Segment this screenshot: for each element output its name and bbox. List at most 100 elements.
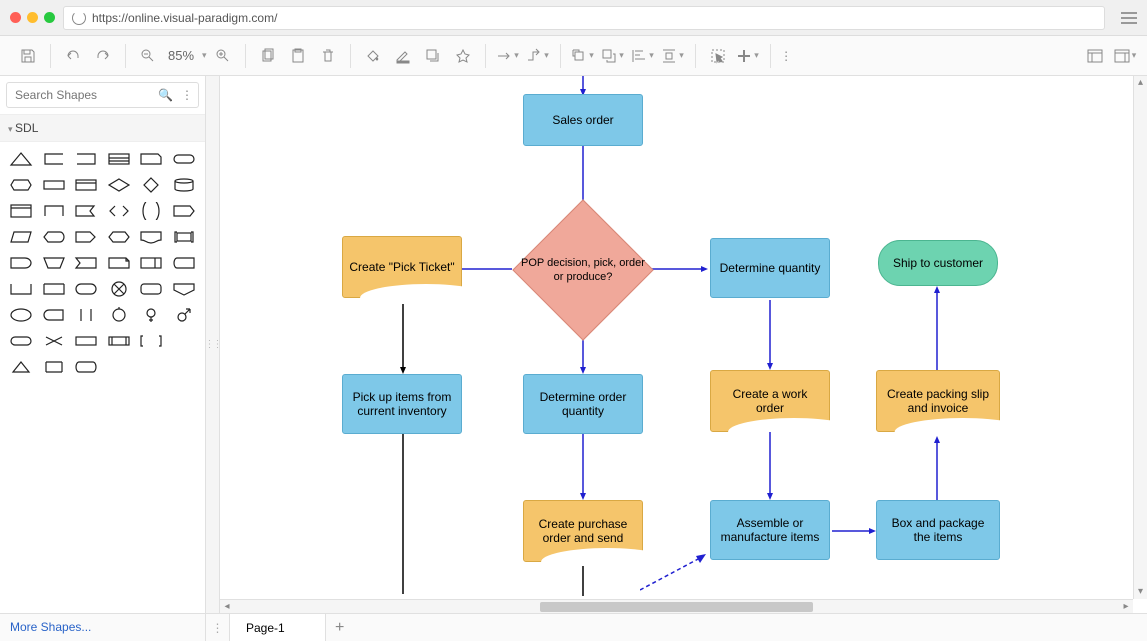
shape-hexagon[interactable]: [8, 176, 34, 194]
node-sales-order[interactable]: Sales order: [523, 94, 643, 146]
node-assemble[interactable]: Assemble or manufacture items: [710, 500, 830, 560]
node-packing-slip[interactable]: Create packing slip and invoice: [876, 370, 1000, 432]
shape-pill[interactable]: [73, 280, 99, 298]
shape-cross[interactable]: [41, 332, 67, 350]
outline-panel-button[interactable]: [1081, 42, 1109, 70]
shape-notch[interactable]: [106, 254, 132, 272]
paste-button[interactable]: [284, 42, 312, 70]
scroll-left-icon[interactable]: ◂: [220, 601, 234, 612]
scroll-right-icon[interactable]: ▸: [1119, 601, 1133, 612]
line-color-button[interactable]: [389, 42, 417, 70]
shape-capsule[interactable]: [8, 332, 34, 350]
category-header-sdl[interactable]: SDL: [0, 115, 205, 142]
shape-document[interactable]: [138, 228, 164, 246]
shape-offpage[interactable]: [171, 280, 197, 298]
shape-tag[interactable]: [73, 228, 99, 246]
tab-menu-icon[interactable]: ⋮: [206, 614, 230, 641]
shape-barrel[interactable]: [73, 358, 99, 376]
fill-color-button[interactable]: [359, 42, 387, 70]
shape-rect[interactable]: [41, 176, 67, 194]
sidebar-splitter[interactable]: ⋮⋮: [206, 76, 220, 613]
zoom-dropdown-icon[interactable]: ▾: [202, 50, 207, 61]
shape-ellipse[interactable]: [8, 306, 34, 324]
maximize-window-button[interactable]: [44, 12, 55, 23]
connector-button[interactable]: ▾: [494, 42, 522, 70]
search-menu-icon[interactable]: ⋮: [181, 88, 193, 102]
shape-subprocess[interactable]: [106, 332, 132, 350]
align-button[interactable]: ▾: [629, 42, 657, 70]
reload-icon[interactable]: [72, 11, 86, 25]
shape-process[interactable]: [73, 332, 99, 350]
add-button[interactable]: ▾: [734, 42, 762, 70]
search-icon[interactable]: 🔍: [158, 88, 173, 102]
shape-open-bottom[interactable]: [41, 202, 67, 220]
save-button[interactable]: [14, 42, 42, 70]
node-create-work-order[interactable]: Create a work order: [710, 370, 830, 432]
node-purchase-order[interactable]: Create purchase order and send: [523, 500, 643, 562]
shape-cylinder[interactable]: [171, 176, 197, 194]
node-ship-customer[interactable]: Ship to customer: [878, 240, 998, 286]
node-pick-ticket[interactable]: Create "Pick Ticket": [342, 236, 462, 298]
node-pop-decision[interactable]: POP decision, pick, order or produce?: [513, 200, 653, 340]
shape-lozenge[interactable]: [106, 228, 132, 246]
shape-triangle-small[interactable]: [8, 358, 34, 376]
minimize-window-button[interactable]: [27, 12, 38, 23]
shape-male[interactable]: [171, 306, 197, 324]
close-window-button[interactable]: [10, 12, 21, 23]
shape-bracket-rect[interactable]: [138, 332, 164, 350]
scroll-down-icon[interactable]: ▾: [1134, 585, 1147, 599]
zoom-in-button[interactable]: [209, 42, 237, 70]
shape-lens[interactable]: [138, 202, 164, 220]
scroll-up-icon[interactable]: ▴: [1134, 76, 1147, 90]
shape-card[interactable]: [138, 150, 164, 168]
shape-open-lr[interactable]: [41, 358, 67, 376]
add-page-button[interactable]: +: [326, 614, 354, 641]
node-determine-quantity[interactable]: Determine quantity: [710, 238, 830, 298]
node-determine-order-qty[interactable]: Determine order quantity: [523, 374, 643, 434]
shape-terminator[interactable]: [171, 150, 197, 168]
shape-circle-line[interactable]: [106, 306, 132, 324]
shape-diamond[interactable]: [138, 176, 164, 194]
shape-flag[interactable]: [73, 202, 99, 220]
shape-female[interactable]: [138, 306, 164, 324]
redo-button[interactable]: [89, 42, 117, 70]
more-options-icon[interactable]: ⋮: [773, 42, 801, 70]
shape-data[interactable]: [171, 254, 197, 272]
shape-signal-in[interactable]: [73, 254, 99, 272]
distribute-button[interactable]: ▾: [659, 42, 687, 70]
style-button[interactable]: [449, 42, 477, 70]
shape-open-top[interactable]: [41, 280, 67, 298]
tab-page-1[interactable]: Page-1: [230, 614, 326, 641]
waypoint-button[interactable]: ▾: [524, 42, 552, 70]
shape-trapezoid-down[interactable]: [41, 254, 67, 272]
delete-button[interactable]: [314, 42, 342, 70]
shape-rect-header[interactable]: [8, 202, 34, 220]
shadow-button[interactable]: [419, 42, 447, 70]
shape-rounded-rect-half[interactable]: [8, 254, 34, 272]
shape-open-rect[interactable]: [8, 280, 34, 298]
diagram-canvas[interactable]: Sales order POP decision, pick, order or…: [220, 76, 1147, 613]
shape-circle-x[interactable]: [106, 280, 132, 298]
shape-rounded[interactable]: [138, 280, 164, 298]
scrollbar-thumb-h[interactable]: [540, 602, 814, 612]
zoom-out-button[interactable]: [134, 42, 162, 70]
shape-angle-brackets[interactable]: [106, 202, 132, 220]
to-back-button[interactable]: ▾: [599, 42, 627, 70]
shape-vbrackets[interactable]: [73, 306, 99, 324]
shape-brackets[interactable]: [171, 228, 197, 246]
shape-display[interactable]: [41, 228, 67, 246]
shape-open-rect-right[interactable]: [73, 150, 99, 168]
copy-button[interactable]: [254, 42, 282, 70]
browser-menu-icon[interactable]: [1121, 12, 1137, 24]
horizontal-scrollbar[interactable]: ◂ ▸: [220, 599, 1133, 613]
shape-triangle[interactable]: [8, 150, 34, 168]
node-pickup-items[interactable]: Pick up items from current inventory: [342, 374, 462, 434]
undo-button[interactable]: [59, 42, 87, 70]
more-shapes-button[interactable]: More Shapes...: [0, 614, 206, 641]
shape-signal-out[interactable]: [171, 202, 197, 220]
shape-rect-top[interactable]: [73, 176, 99, 194]
shape-stadium[interactable]: [41, 306, 67, 324]
vertical-scrollbar[interactable]: ▴ ▾: [1133, 76, 1147, 599]
format-panel-button[interactable]: ▾: [1111, 42, 1139, 70]
url-bar[interactable]: https://online.visual-paradigm.com/: [63, 6, 1105, 30]
